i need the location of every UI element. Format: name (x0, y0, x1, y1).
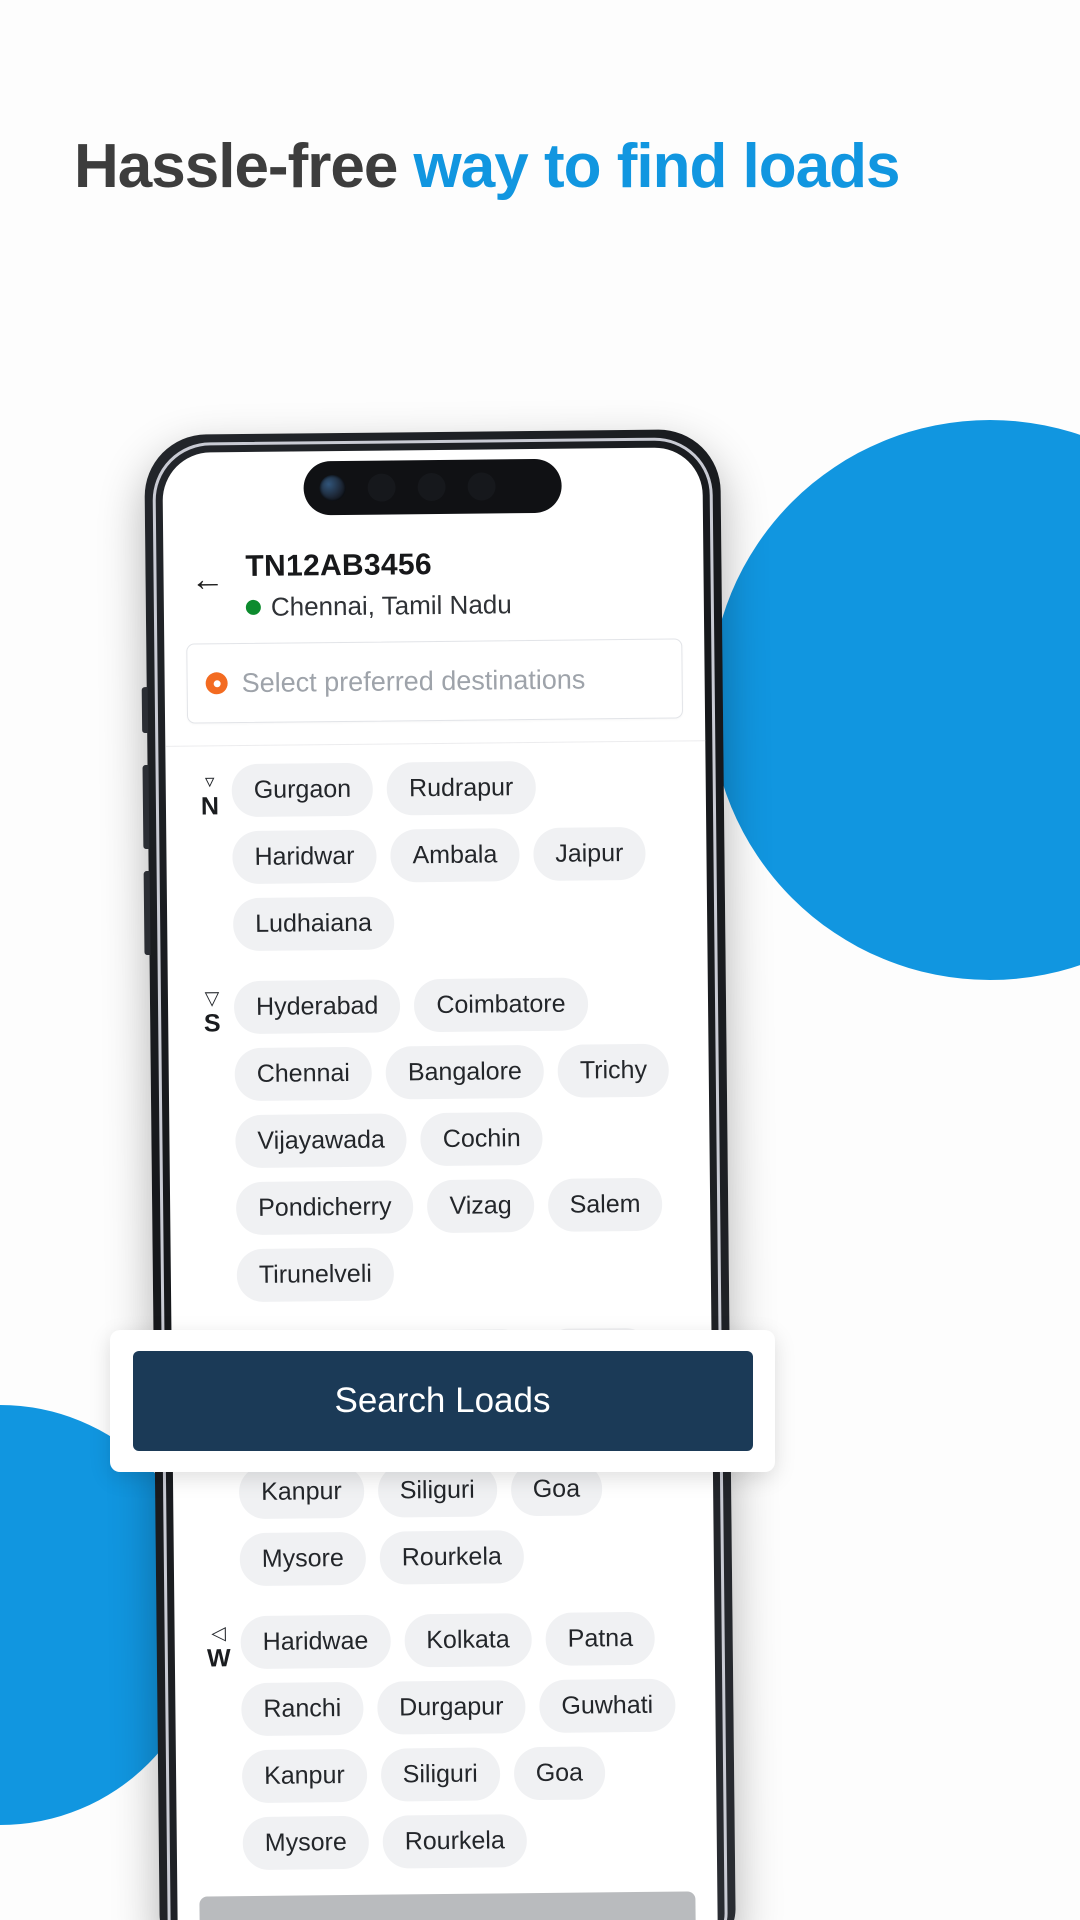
city-chip[interactable]: Rourkela (382, 1814, 528, 1869)
chip-list-north: Gurgaon Rudrapur Haridwar Ambala Jaipur … (231, 759, 686, 952)
city-chip[interactable]: Kanpur (238, 1464, 365, 1520)
city-chip[interactable]: Vizag (427, 1179, 534, 1234)
city-chip[interactable]: Goa (513, 1746, 606, 1801)
search-placeholder: Select preferred destinations (241, 663, 586, 698)
promo-screenshot: Hassle-free way to find loads ← TN12AB34… (0, 0, 1080, 1920)
phone-silent-switch (141, 687, 149, 734)
search-loads-button[interactable]: Search Loads (132, 1351, 753, 1451)
city-chip[interactable]: Haridwar (232, 829, 377, 885)
city-chip[interactable]: Ambala (390, 828, 520, 883)
phone-notch (303, 458, 562, 516)
page-title: Hassle-free way to find loads (74, 120, 954, 214)
vehicle-number: TN12AB3456 (245, 548, 433, 584)
phone-mockup: ← TN12AB3456 Chennai, Tamil Nadu Select … (141, 429, 736, 1920)
direction-group-north: ▿ N Gurgaon Rudrapur Haridwar Ambala Jai… (188, 759, 686, 952)
city-chip[interactable]: Ranchi (241, 1681, 364, 1737)
city-chip[interactable]: Jaipur (532, 826, 646, 882)
status-dot-icon (245, 599, 261, 616)
current-location-label: Chennai, Tamil Nadu (270, 589, 512, 622)
compass-north-icon: ▿ N (188, 764, 233, 821)
city-chip[interactable]: Chennai (234, 1046, 373, 1102)
city-chip[interactable]: Ludhaiana (232, 896, 395, 952)
city-chip[interactable]: Guwhati (539, 1678, 676, 1733)
city-chip[interactable]: Tirunelveli (236, 1247, 395, 1303)
city-chip[interactable]: Siliguri (380, 1747, 501, 1802)
location-pin-icon (205, 672, 228, 695)
secondary-search-loads-button[interactable]: Search Loads (199, 1891, 697, 1920)
compass-needle: ▽ (204, 988, 220, 1010)
city-chip[interactable]: Cochin (420, 1111, 543, 1167)
destination-search-input[interactable]: Select preferred destinations (186, 638, 684, 724)
compass-label: S (203, 1009, 221, 1038)
arrow-left-icon[interactable]: ← (187, 560, 227, 598)
phone-screen: ← TN12AB3456 Chennai, Tamil Nadu Select … (162, 447, 718, 1920)
city-chip[interactable]: Patna (545, 1611, 656, 1666)
headline-accent: way to find loads (413, 132, 901, 201)
city-chip[interactable]: Kolkata (404, 1613, 532, 1668)
phone-frame: ← TN12AB3456 Chennai, Tamil Nadu Select … (141, 429, 736, 1920)
headline-plain: Hassle-free (74, 132, 414, 201)
city-chip[interactable]: Hyderabad (233, 979, 401, 1035)
city-chip[interactable]: Haridwae (240, 1614, 391, 1670)
search-loads-card: Search Loads (110, 1330, 775, 1472)
compass-west-icon: ◁ W (196, 1616, 241, 1673)
compass-label: W (206, 1644, 231, 1673)
city-chip[interactable]: Rudrapur (386, 760, 536, 816)
sensor-dot-2 (417, 472, 446, 502)
sensor-dot-3 (467, 472, 496, 501)
app-content: ← TN12AB3456 Chennai, Tamil Nadu Select … (162, 447, 718, 1920)
city-chip[interactable]: Trichy (557, 1043, 670, 1098)
header-text-block: TN12AB3456 Chennai, Tamil Nadu (245, 547, 512, 623)
phone-volume-down-button (143, 871, 151, 956)
current-location: Chennai, Tamil Nadu (245, 589, 512, 623)
compass-label: N (200, 792, 220, 821)
city-chip[interactable]: Durgapur (376, 1680, 526, 1735)
city-chip[interactable]: Mysore (239, 1531, 367, 1587)
phone-volume-up-button (142, 765, 150, 850)
compass-south-icon: ▽ S (190, 981, 235, 1038)
compass-needle: ▿ (204, 771, 215, 793)
city-chip[interactable]: Bangalore (385, 1044, 545, 1100)
sensor-dot-1 (367, 473, 396, 502)
city-chip[interactable]: Gurgaon (231, 762, 374, 818)
app-header: ← TN12AB3456 Chennai, Tamil Nadu (163, 519, 704, 638)
city-chip[interactable]: Rourkela (379, 1530, 525, 1585)
direction-group-west: ◁ W Haridwae Kolkata Patna Ranchi Durgap… (196, 1611, 695, 1871)
decorative-blob-right (710, 420, 1080, 980)
compass-needle: ◁ (211, 1623, 227, 1645)
city-chip[interactable]: Pondicherry (235, 1180, 414, 1236)
city-chip[interactable]: Mysore (242, 1815, 370, 1871)
city-chip[interactable]: Kanpur (241, 1748, 368, 1804)
front-camera-icon (319, 474, 346, 502)
city-chip[interactable]: Coimbatore (414, 977, 588, 1033)
direction-group-south: ▽ S Hyderabad Coimbatore Chennai Bangalo… (190, 976, 689, 1303)
city-chip[interactable]: Salem (547, 1177, 663, 1232)
city-chip[interactable]: Vijayawada (235, 1113, 408, 1169)
chip-list-west: Haridwae Kolkata Patna Ranchi Durgapur G… (240, 1611, 695, 1871)
chip-list-south: Hyderabad Coimbatore Chennai Bangalore T… (233, 976, 689, 1303)
